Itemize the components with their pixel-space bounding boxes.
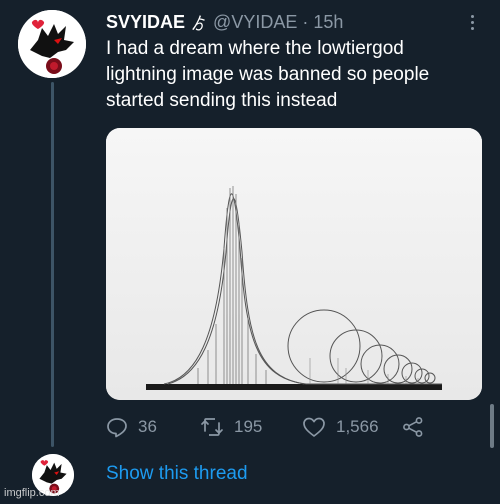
tweet-text: I had a dream where the lowtiergod light…: [106, 38, 430, 111]
watermark: imgflip.com: [4, 487, 60, 499]
black-wolf-avatar-icon: [18, 10, 86, 78]
tweet: SVYIDAE ゟ @VYIDAE · 15h I had a dream wh…: [0, 0, 500, 504]
separator-dot: ·: [302, 11, 309, 32]
retweet-button[interactable]: 195: [200, 416, 262, 438]
reply-count: 36: [138, 417, 157, 436]
user-handle[interactable]: @VYIDAE: [213, 12, 297, 33]
tweet-header: SVYIDAE ゟ @VYIDAE · 15h: [106, 10, 343, 34]
scrollbar[interactable]: [490, 404, 494, 448]
retweet-icon: [201, 418, 223, 436]
heart-icon: [303, 417, 325, 437]
show-thread-link[interactable]: Show this thread: [106, 463, 248, 485]
share-button[interactable]: [402, 416, 434, 438]
name-badge: ゟ: [191, 16, 208, 33]
roller-coaster-sculpture-image: [106, 128, 482, 400]
like-count: 1,566: [336, 417, 379, 436]
reply-icon: [107, 418, 127, 438]
timestamp[interactable]: 15h: [313, 12, 343, 33]
retweet-count: 195: [234, 417, 263, 436]
thread-line: [51, 82, 54, 447]
tweet-actions: 36 195 1,566: [106, 416, 436, 442]
reply-button[interactable]: 36: [106, 416, 157, 438]
display-name[interactable]: SVYIDAE: [106, 12, 185, 33]
tweet-media-image[interactable]: [106, 128, 482, 400]
share-icon: [403, 417, 423, 437]
avatar[interactable]: [18, 10, 86, 78]
more-options-icon[interactable]: [458, 10, 486, 34]
like-button[interactable]: 1,566: [302, 416, 379, 438]
